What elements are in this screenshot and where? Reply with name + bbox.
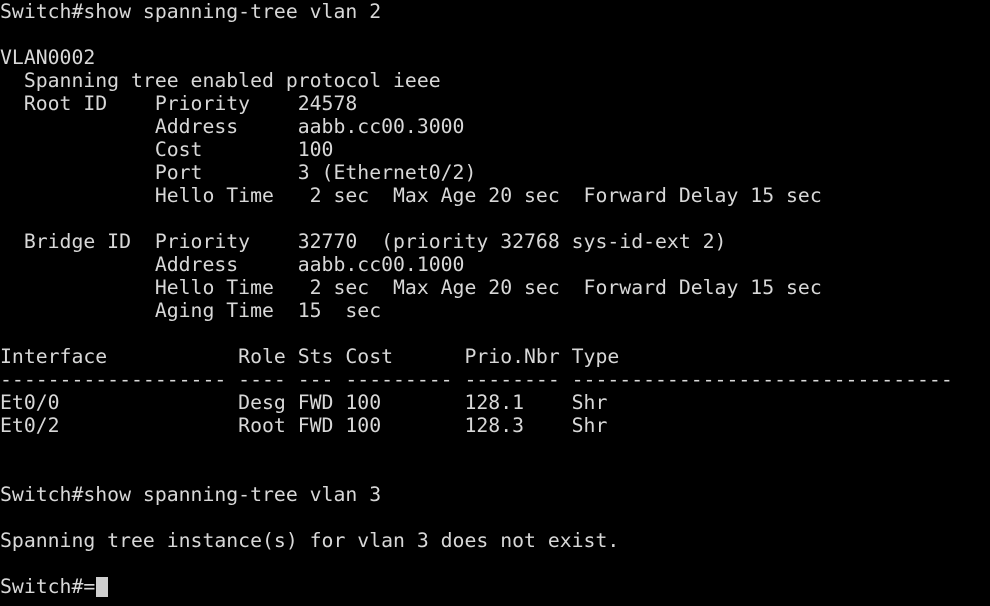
command-prompt: Switch#= xyxy=(0,575,96,598)
command-prompt-line[interactable]: Switch#= xyxy=(0,575,990,598)
terminal-line: VLAN0002 xyxy=(0,46,96,69)
terminal-line: Switch#show spanning-tree vlan 2 xyxy=(0,0,382,23)
table-header: Interface Role Sts Cost Prio.Nbr Type xyxy=(0,345,620,368)
terminal-line: Switch#show spanning-tree vlan 3 xyxy=(0,483,382,506)
terminal-line: Bridge ID Priority 32770 (priority 32768… xyxy=(0,230,727,253)
terminal-line: Spanning tree enabled protocol ieee xyxy=(0,69,441,92)
terminal-line: Spanning tree instance(s) for vlan 3 doe… xyxy=(0,529,620,552)
table-row: Et0/2 Root FWD 100 128.3 Shr xyxy=(0,414,608,437)
terminal-line: Hello Time 2 sec Max Age 20 sec Forward … xyxy=(0,276,822,299)
terminal-line: Address aabb.cc00.1000 xyxy=(0,253,465,276)
terminal-line: Address aabb.cc00.3000 xyxy=(0,115,465,138)
terminal-line: Port 3 (Ethernet0/2) xyxy=(0,161,477,184)
text-cursor xyxy=(96,577,109,597)
terminal-line: Root ID Priority 24578 xyxy=(0,92,358,115)
table-row: Et0/0 Desg FWD 100 128.1 Shr xyxy=(0,391,608,414)
table-separator: ------------------- ---- --- --------- -… xyxy=(0,368,953,391)
terminal-line: Hello Time 2 sec Max Age 20 sec Forward … xyxy=(0,184,822,207)
terminal-line: Aging Time 15 sec xyxy=(0,299,382,322)
terminal-line: Cost 100 xyxy=(0,138,334,161)
terminal-window[interactable]: Switch#show spanning-tree vlan 2 VLAN000… xyxy=(0,0,990,606)
